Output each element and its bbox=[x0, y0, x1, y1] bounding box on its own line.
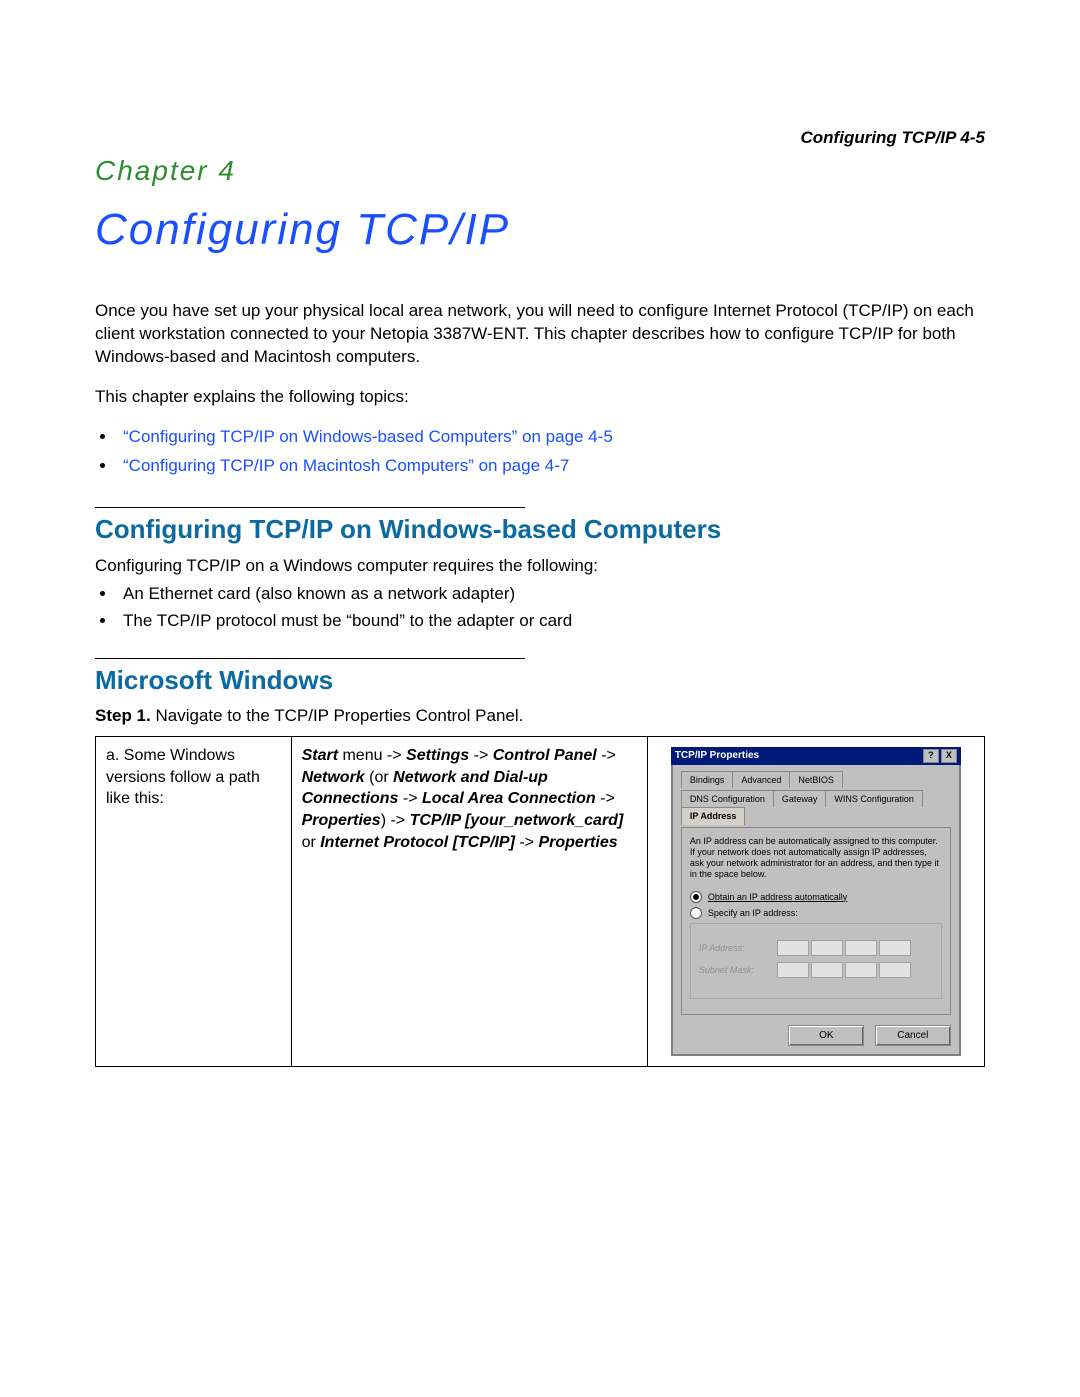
radio-label: Obtain an IP address automatically bbox=[708, 891, 847, 903]
path-sep: menu -> bbox=[338, 747, 406, 764]
path-token: Properties bbox=[538, 834, 617, 851]
section-rule bbox=[95, 507, 525, 508]
tab-dns[interactable]: DNS Configuration bbox=[681, 790, 774, 807]
tab-wins[interactable]: WINS Configuration bbox=[825, 790, 923, 807]
path-sep: -> bbox=[597, 747, 616, 764]
table-cell-path: Start menu -> Settings -> Control Panel … bbox=[291, 737, 647, 1067]
section-rule bbox=[95, 658, 525, 659]
step-table: a. Some Windows versions follow a path l… bbox=[95, 736, 985, 1067]
path-token: Properties bbox=[302, 812, 381, 829]
section-heading: Configuring TCP/IP on Windows-based Comp… bbox=[95, 514, 985, 545]
tcpip-properties-dialog: TCP/IP Properties ? X Bindings Advanced … bbox=[671, 747, 961, 1056]
dialog-buttons: OK Cancel bbox=[681, 1025, 951, 1047]
tab-ipaddress[interactable]: IP Address bbox=[681, 807, 746, 824]
path-token: Network bbox=[302, 769, 365, 786]
path-token: Start bbox=[302, 747, 338, 764]
table-row: a. Some Windows versions follow a path l… bbox=[96, 737, 985, 1067]
path-sep: -> bbox=[398, 790, 422, 807]
list-item: The TCP/IP protocol must be “bound” to t… bbox=[117, 608, 985, 634]
tab-advanced[interactable]: Advanced bbox=[732, 771, 790, 788]
radio-label: Specify an IP address: bbox=[708, 907, 798, 919]
topic-link[interactable]: “Configuring TCP/IP on Macintosh Compute… bbox=[123, 456, 569, 475]
topic-links-list: “Configuring TCP/IP on Windows-based Com… bbox=[95, 423, 985, 481]
radio-manual[interactable]: Specify an IP address: bbox=[690, 907, 942, 919]
cancel-button[interactable]: Cancel bbox=[875, 1025, 951, 1047]
running-head: Configuring TCP/IP 4-5 bbox=[801, 128, 985, 148]
chapter-title: Configuring TCP/IP bbox=[95, 205, 985, 255]
ip-address-input[interactable] bbox=[777, 940, 911, 956]
step-text: Navigate to the TCP/IP Properties Contro… bbox=[151, 706, 524, 725]
subnet-mask-label: Subnet Mask: bbox=[699, 964, 769, 976]
tab-netbios[interactable]: NetBIOS bbox=[789, 771, 843, 788]
dialog-panel: An IP address can be automatically assig… bbox=[681, 827, 951, 1015]
dialog-title: TCP/IP Properties bbox=[675, 749, 759, 763]
requirements-list: An Ethernet card (also known as a networ… bbox=[95, 581, 985, 634]
radio-auto[interactable]: Obtain an IP address automatically bbox=[690, 891, 942, 903]
close-button[interactable]: X bbox=[941, 749, 957, 763]
topic-link[interactable]: “Configuring TCP/IP on Windows-based Com… bbox=[123, 427, 613, 446]
path-token: Internet Protocol [TCP/IP] bbox=[320, 834, 515, 851]
ip-field-group: IP Address: Subnet Mask: bbox=[690, 923, 942, 999]
path-token: Local Area Connection bbox=[422, 790, 596, 807]
path-sep: ) -> bbox=[381, 812, 410, 829]
topics-lead: This chapter explains the following topi… bbox=[95, 386, 985, 409]
dialog-tabs-row: Bindings Advanced NetBIOS bbox=[681, 771, 951, 788]
step-line: Step 1. Navigate to the TCP/IP Propertie… bbox=[95, 706, 985, 726]
path-token: Control Panel bbox=[493, 747, 597, 764]
document-page: Configuring TCP/IP 4-5 Chapter 4 Configu… bbox=[0, 0, 1080, 1397]
tab-gateway[interactable]: Gateway bbox=[773, 790, 827, 807]
table-cell-screenshot: TCP/IP Properties ? X Bindings Advanced … bbox=[647, 737, 984, 1067]
dialog-description: An IP address can be automatically assig… bbox=[690, 836, 942, 881]
path-sep: -> bbox=[469, 747, 493, 764]
list-item: An Ethernet card (also known as a networ… bbox=[117, 581, 985, 607]
radio-icon bbox=[690, 907, 702, 919]
radio-icon bbox=[690, 891, 702, 903]
dialog-client: Bindings Advanced NetBIOS DNS Configurat… bbox=[671, 765, 961, 1056]
intro-paragraph: Once you have set up your physical local… bbox=[95, 300, 985, 369]
table-cell-note: a. Some Windows versions follow a path l… bbox=[96, 737, 292, 1067]
path-sep: (or bbox=[365, 769, 393, 786]
path-sep: -> bbox=[596, 790, 615, 807]
step-label: Step 1. bbox=[95, 706, 151, 725]
section-heading: Microsoft Windows bbox=[95, 665, 985, 696]
subnet-mask-input[interactable] bbox=[777, 962, 911, 978]
path-sep: or bbox=[302, 834, 321, 851]
dialog-tabs-row: DNS Configuration Gateway WINS Configura… bbox=[681, 790, 951, 824]
path-token: TCP/IP [your_network_card] bbox=[410, 812, 624, 829]
path-token: Settings bbox=[406, 747, 469, 764]
path-sep: -> bbox=[515, 834, 539, 851]
dialog-titlebar: TCP/IP Properties ? X bbox=[671, 747, 961, 765]
ok-button[interactable]: OK bbox=[788, 1025, 864, 1047]
help-button[interactable]: ? bbox=[923, 749, 939, 763]
tab-bindings[interactable]: Bindings bbox=[681, 771, 734, 788]
ip-address-label: IP Address: bbox=[699, 942, 769, 954]
chapter-label: Chapter 4 bbox=[95, 155, 985, 187]
section-lead: Configuring TCP/IP on a Windows computer… bbox=[95, 555, 985, 578]
